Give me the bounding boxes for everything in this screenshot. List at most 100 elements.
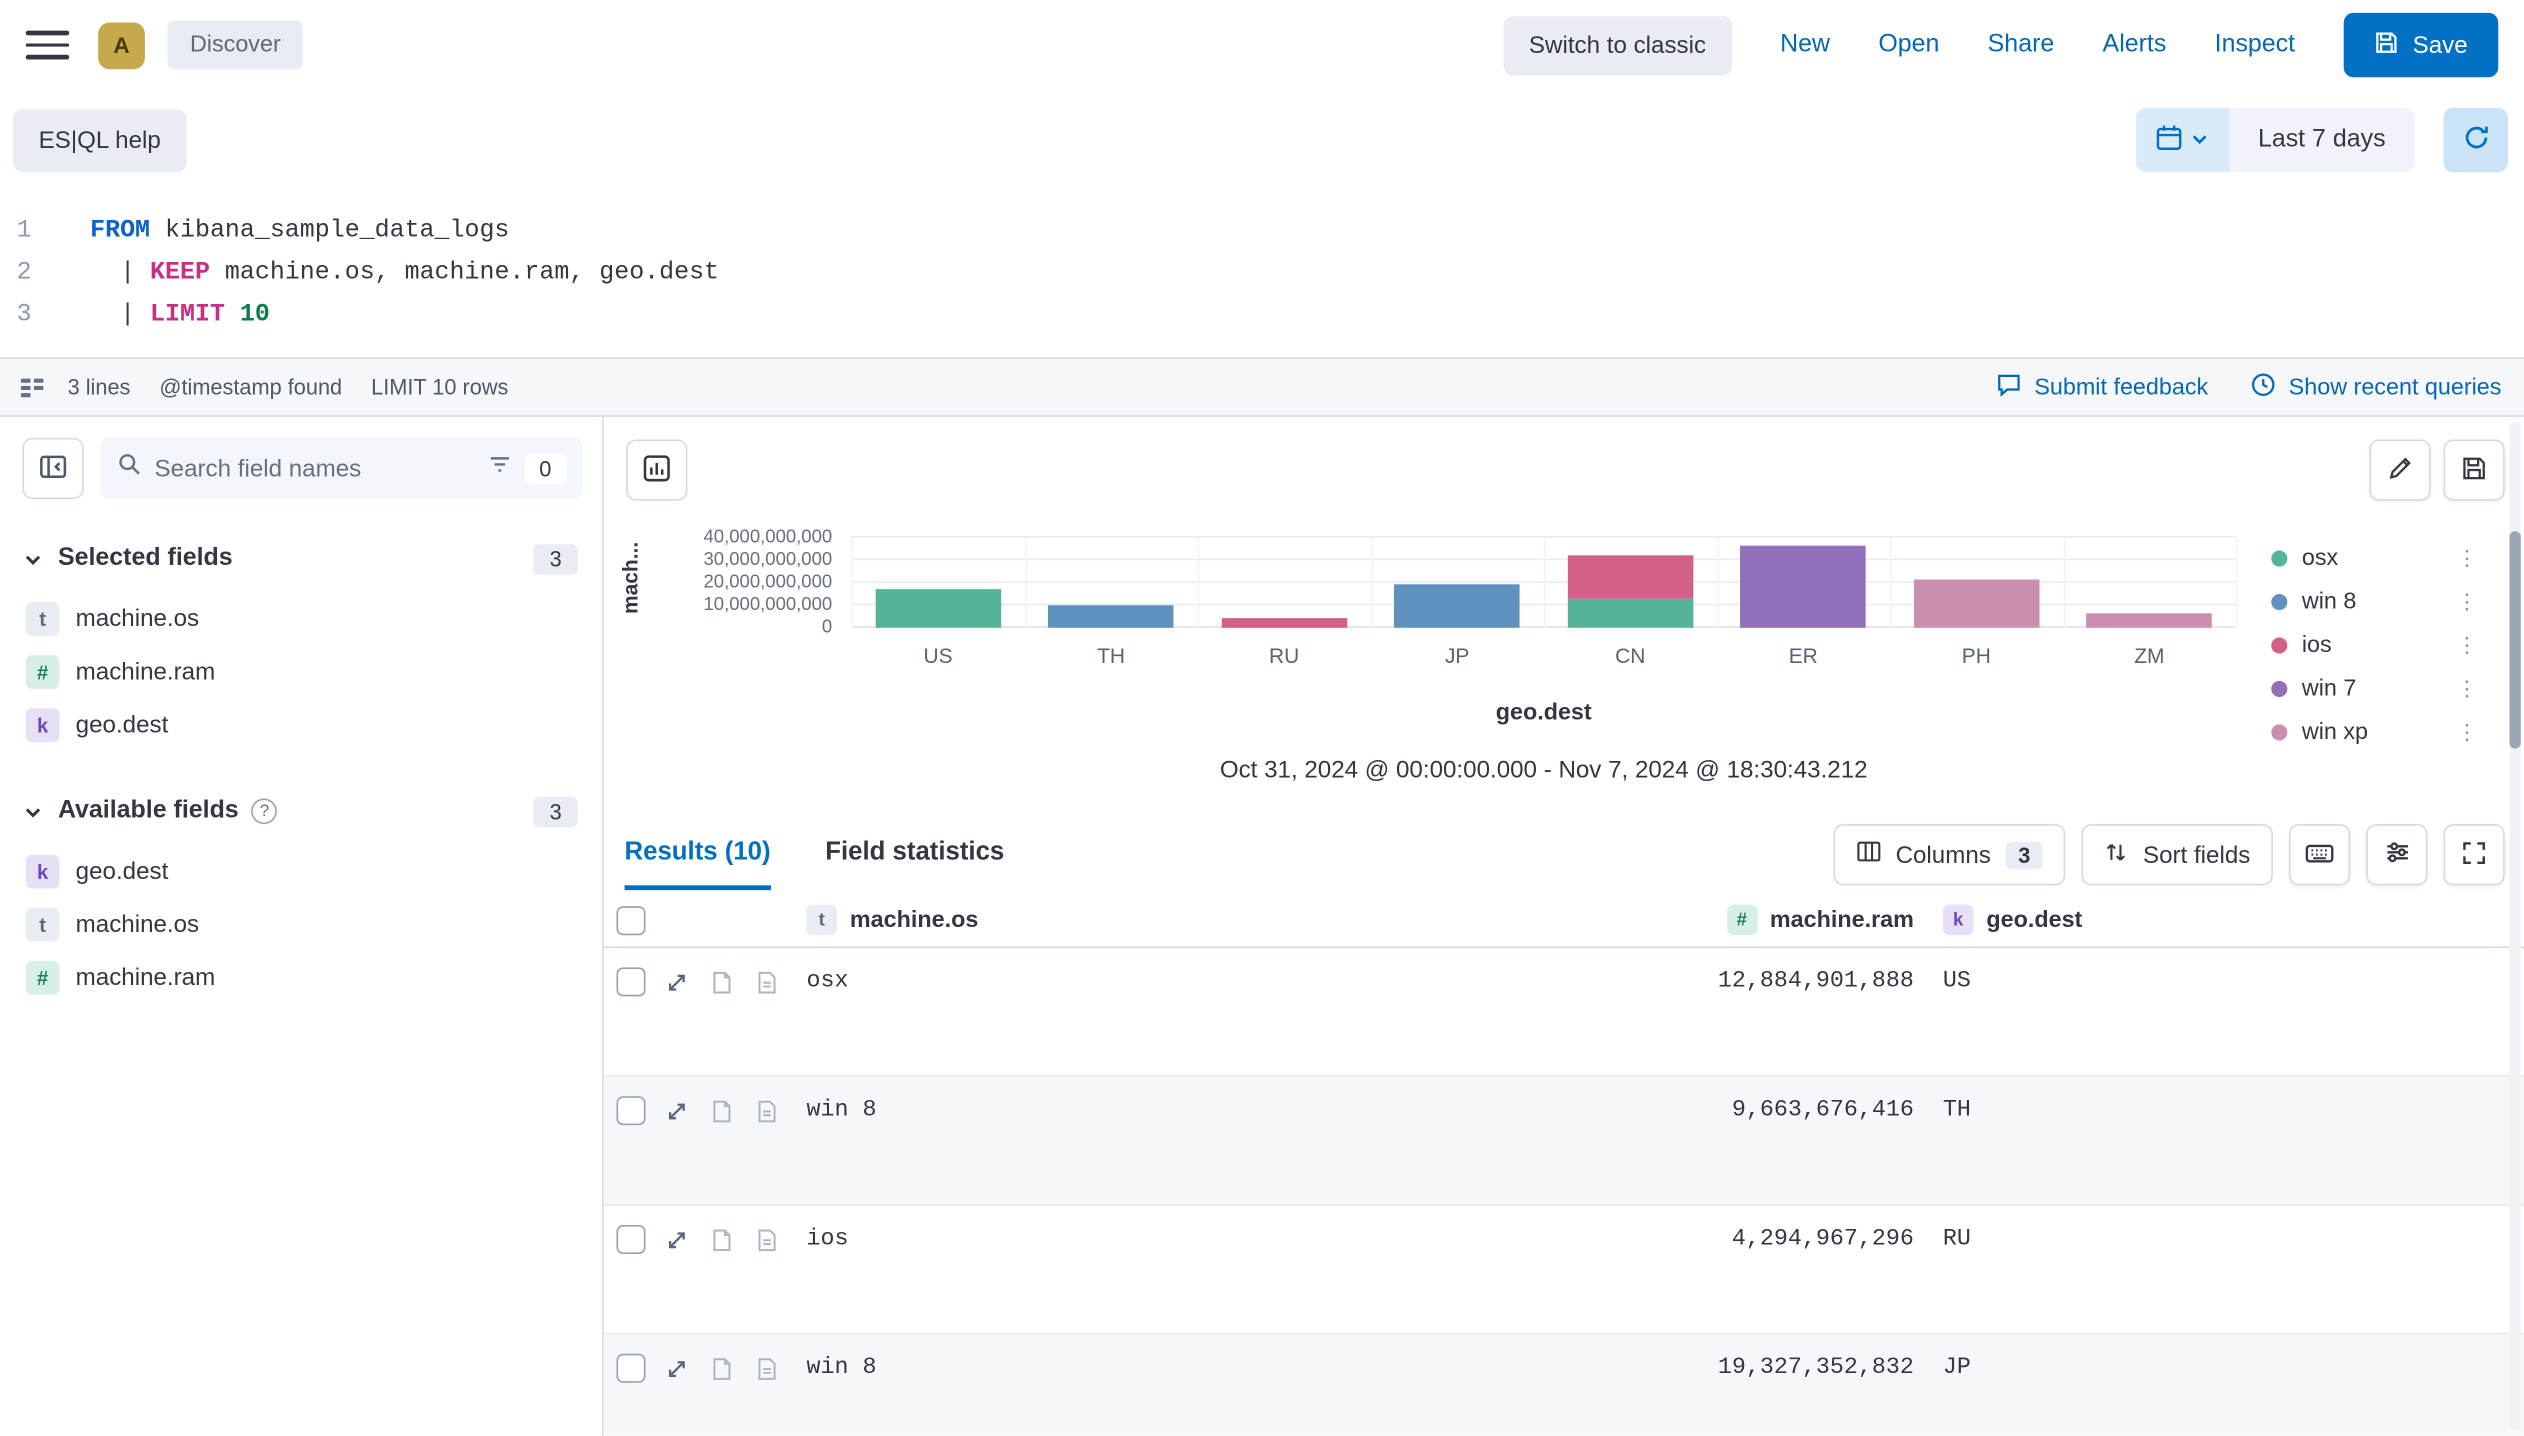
field-item-machine-os[interactable]: t machine.os — [23, 592, 578, 645]
field-item-machine-ram[interactable]: # machine.ram — [23, 951, 578, 1004]
cell-geo-dest[interactable]: US — [1920, 967, 2524, 1075]
cell-machine-os[interactable]: osx — [797, 967, 1698, 1075]
field-item-geo-dest[interactable]: k geo.dest — [23, 699, 578, 752]
cell-machine-os[interactable]: ios — [797, 1225, 1698, 1333]
bar-TH[interactable] — [1048, 538, 1174, 628]
breadcrumb[interactable]: Discover — [167, 21, 303, 69]
new-button[interactable]: New — [1780, 31, 1830, 60]
field-item-geo-dest[interactable]: k geo.dest — [23, 845, 578, 898]
display-options-button[interactable] — [2366, 824, 2427, 885]
bar-segment-osx[interactable] — [875, 589, 1001, 628]
row-checkbox[interactable] — [617, 967, 646, 996]
legend-more-icon[interactable]: ⋮ — [2456, 588, 2477, 614]
document-icon[interactable] — [710, 1099, 734, 1123]
bar-CN[interactable] — [1567, 538, 1693, 628]
sort-fields-button[interactable]: Sort fields — [2082, 824, 2273, 885]
scrollbar-thumb[interactable] — [2510, 531, 2521, 748]
column-header-machine-ram[interactable]: # machine.ram — [1698, 905, 1920, 936]
document-icon[interactable] — [710, 1227, 734, 1251]
cell-geo-dest[interactable]: TH — [1920, 1096, 2524, 1204]
bar-segment-win xp[interactable] — [2087, 613, 2213, 628]
cell-machine-ram[interactable]: 9,663,676,416 — [1698, 1096, 1920, 1204]
open-button[interactable]: Open — [1878, 31, 1939, 60]
document-icon[interactable] — [755, 1227, 779, 1251]
refresh-button[interactable] — [2444, 108, 2508, 172]
fullscreen-button[interactable] — [2444, 824, 2505, 885]
document-icon[interactable] — [755, 1356, 779, 1380]
tab-field-statistics[interactable]: Field statistics — [825, 819, 1004, 890]
cell-geo-dest[interactable]: RU — [1920, 1225, 2524, 1333]
bar-segment-osx[interactable] — [1567, 599, 1693, 628]
search-input[interactable] — [155, 455, 475, 482]
collapse-sidebar-button[interactable] — [23, 438, 84, 499]
bar-segment-win 8[interactable] — [1394, 584, 1520, 628]
row-checkbox[interactable] — [617, 1354, 646, 1383]
column-header-machine-os[interactable]: t machine.os — [797, 905, 1698, 936]
time-range-button[interactable]: Last 7 days — [2229, 108, 2415, 172]
bar-ZM[interactable] — [2087, 538, 2213, 628]
expand-row-icon[interactable] — [665, 970, 689, 994]
expand-row-icon[interactable] — [665, 1227, 689, 1251]
cell-geo-dest[interactable]: JP — [1920, 1354, 2524, 1436]
calendar-button[interactable] — [2136, 108, 2229, 172]
legend-more-icon[interactable]: ⋮ — [2456, 719, 2477, 745]
legend-more-icon[interactable]: ⋮ — [2456, 675, 2477, 701]
field-item-machine-ram[interactable]: # machine.ram — [23, 645, 578, 698]
help-icon[interactable]: ? — [252, 798, 278, 824]
bar-segment-win xp[interactable] — [1914, 579, 2040, 627]
legend-more-icon[interactable]: ⋮ — [2456, 632, 2477, 658]
document-icon[interactable] — [755, 1099, 779, 1123]
expand-row-icon[interactable] — [665, 1099, 689, 1123]
document-icon[interactable] — [710, 970, 734, 994]
cell-machine-ram[interactable]: 19,327,352,832 — [1698, 1354, 1920, 1436]
document-icon[interactable] — [710, 1356, 734, 1380]
menu-icon[interactable] — [26, 27, 69, 62]
inspect-button[interactable]: Inspect — [2215, 31, 2295, 60]
columns-button[interactable]: Columns 3 — [1833, 824, 2066, 885]
legend-item-win 7[interactable]: win 7⋮ — [2271, 666, 2477, 709]
legend-item-osx[interactable]: osx⋮ — [2271, 536, 2477, 579]
document-icon[interactable] — [755, 970, 779, 994]
cell-machine-os[interactable]: win 8 — [797, 1354, 1698, 1436]
bar-segment-win 7[interactable] — [1740, 546, 1866, 628]
selected-fields-header[interactable]: Selected fields 3 — [23, 538, 578, 580]
submit-feedback-link[interactable]: Submit feedback — [1996, 371, 2209, 403]
bar-JP[interactable] — [1394, 538, 1520, 628]
switch-to-classic-button[interactable]: Switch to classic — [1503, 15, 1732, 75]
bar-PH[interactable] — [1914, 538, 2040, 628]
legend-more-icon[interactable]: ⋮ — [2456, 545, 2477, 571]
chart-type-button[interactable] — [626, 439, 687, 500]
field-item-machine-os[interactable]: t machine.os — [23, 898, 578, 951]
cell-machine-ram[interactable]: 12,884,901,888 — [1698, 967, 1920, 1075]
legend-item-win xp[interactable]: win xp⋮ — [2271, 710, 2477, 753]
edit-visualization-button[interactable] — [2369, 439, 2430, 500]
share-button[interactable]: Share — [1988, 31, 2055, 60]
save-button[interactable]: Save — [2343, 13, 2498, 77]
cell-machine-os[interactable]: win 8 — [797, 1096, 1698, 1204]
available-fields-header[interactable]: Available fields ? 3 — [23, 790, 578, 832]
keyboard-shortcuts-button[interactable] — [2289, 824, 2350, 885]
save-visualization-button[interactable] — [2444, 439, 2505, 500]
column-header-geo-dest[interactable]: k geo.dest — [1920, 905, 2524, 936]
expand-row-icon[interactable] — [665, 1356, 689, 1380]
histogram-chart[interactable] — [852, 538, 2236, 628]
bar-segment-win 8[interactable] — [1048, 606, 1174, 628]
alerts-button[interactable]: Alerts — [2103, 31, 2167, 60]
select-all-checkbox[interactable] — [617, 905, 646, 934]
tab-results[interactable]: Results (10) — [625, 819, 771, 890]
bar-RU[interactable] — [1221, 538, 1347, 628]
legend-label: ios — [2302, 632, 2332, 658]
bar-segment-ios[interactable] — [1567, 555, 1693, 599]
bar-US[interactable] — [875, 538, 1001, 628]
space-avatar[interactable]: A — [98, 22, 145, 69]
bar-segment-ios[interactable] — [1221, 618, 1347, 628]
row-checkbox[interactable] — [617, 1225, 646, 1254]
legend-item-ios[interactable]: ios ⋮ — [2271, 623, 2477, 666]
show-recent-queries-link[interactable]: Show recent queries — [2250, 371, 2501, 403]
esql-editor[interactable]: 1 FROM kibana_sample_data_logs 2 | KEEP … — [0, 190, 2524, 357]
legend-item-win 8[interactable]: win 8⋮ — [2271, 579, 2477, 622]
cell-machine-ram[interactable]: 4,294,967,296 — [1698, 1225, 1920, 1333]
bar-ER[interactable] — [1740, 538, 1866, 628]
row-checkbox[interactable] — [617, 1096, 646, 1125]
esql-help-button[interactable]: ES|QL help — [13, 109, 187, 172]
